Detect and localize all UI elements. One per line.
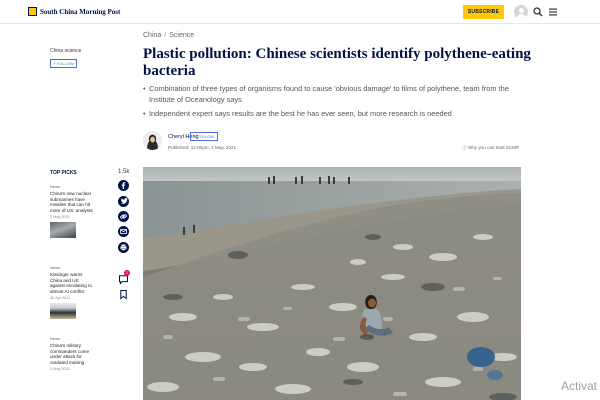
- pick-thumbnail[interactable]: [50, 222, 76, 239]
- pick-tag: News: [50, 265, 61, 270]
- link-icon: [120, 214, 127, 219]
- author-avatar[interactable]: [143, 131, 162, 150]
- user-account-icon[interactable]: [514, 5, 528, 19]
- logo-text: South China Morning Post: [40, 7, 121, 16]
- top-pick-item[interactable]: News Kissinger warns China and US agains…: [50, 265, 94, 320]
- scmp-logo[interactable]: South China Morning Post: [28, 7, 120, 16]
- summary-bullet: Combination of three types of organisms …: [143, 84, 528, 105]
- breadcrumb: China / Science: [143, 32, 195, 39]
- twitter-share-button[interactable]: [118, 196, 129, 207]
- print-icon: [120, 244, 127, 251]
- top-pick-item[interactable]: News China's military commanders come un…: [50, 336, 94, 371]
- menu-icon[interactable]: [548, 7, 558, 17]
- activation-watermark: Activat: [561, 379, 598, 393]
- search-icon[interactable]: [533, 7, 543, 17]
- copy-link-button[interactable]: [118, 211, 129, 222]
- facebook-icon: [121, 182, 126, 189]
- pick-date: 1 May 2021: [50, 367, 70, 372]
- top-pick-item[interactable]: News China's new nuclear submarines have…: [50, 184, 94, 239]
- follow-author-button[interactable]: + FOLLOW: [190, 132, 218, 141]
- breadcrumb-science[interactable]: Science: [169, 32, 194, 39]
- article-summary: Combination of three types of organisms …: [143, 84, 528, 124]
- top-picks-heading: TOP PICKS: [50, 170, 77, 176]
- email-share-button[interactable]: [118, 226, 129, 237]
- article-headline: Plastic pollution: Chinese scientists id…: [143, 46, 531, 79]
- pick-title[interactable]: China's new nuclear submarines have miss…: [50, 191, 94, 213]
- pick-thumbnail[interactable]: [50, 303, 76, 320]
- pick-title[interactable]: Kissinger warns China and US against esc…: [50, 272, 94, 294]
- print-button[interactable]: [118, 242, 129, 253]
- trust-scmp-link[interactable]: ⓘ Why you can trust SCMP: [462, 145, 519, 151]
- logo-mark-icon: [28, 7, 37, 16]
- summary-bullet: Independent expert says results are the …: [143, 109, 528, 120]
- pick-tag: News: [50, 336, 61, 341]
- facebook-share-button[interactable]: [118, 180, 129, 191]
- subscribe-button[interactable]: SUBSCRIBE: [463, 5, 504, 19]
- bookmark-icon[interactable]: [118, 289, 129, 300]
- follow-channel-button[interactable]: + FOLLOW: [50, 59, 77, 68]
- channel-label: China science: [50, 48, 82, 54]
- pick-title[interactable]: China's military commanders come under a…: [50, 343, 94, 365]
- breadcrumb-china[interactable]: China: [143, 32, 161, 39]
- email-icon: [120, 229, 127, 234]
- top-bar: South China Morning Post SUBSCRIBE: [0, 0, 600, 24]
- comment-count-badge: 2: [124, 270, 130, 276]
- pick-date: 2 May 2021: [50, 215, 70, 220]
- pick-date: 30 Apr 2021: [50, 296, 71, 301]
- share-count: 1.5k: [118, 169, 130, 175]
- trust-link-label: Why you can trust SCMP: [467, 145, 520, 150]
- pick-tag: News: [50, 184, 61, 189]
- article-hero-image: [143, 167, 521, 400]
- twitter-icon: [120, 198, 128, 204]
- published-date: Published: 12:00pm, 2 May, 2021: [168, 145, 237, 150]
